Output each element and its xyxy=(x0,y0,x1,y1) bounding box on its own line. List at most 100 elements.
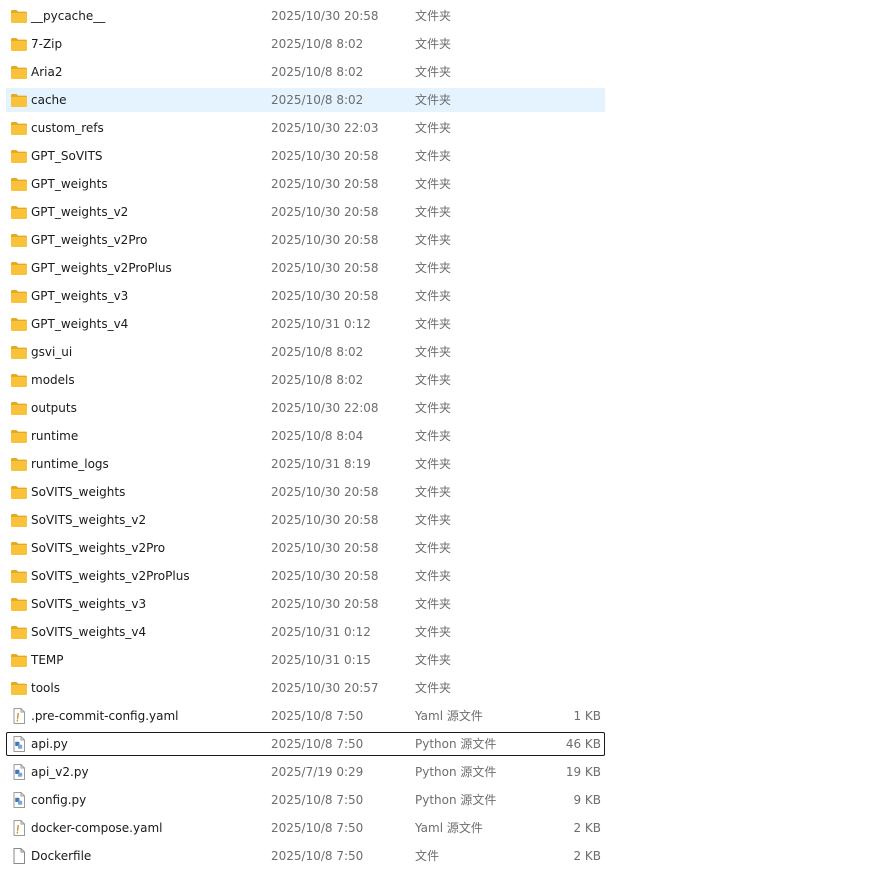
modified-date: 2025/10/31 8:19 xyxy=(271,457,371,471)
file-list-row[interactable]: config.py 2025/10/8 7:50 Python 源文件 9 KB xyxy=(0,786,894,814)
file-name: Aria2 xyxy=(31,65,63,79)
file-name: GPT_weights_v2 xyxy=(31,205,129,219)
file-type: 文件夹 xyxy=(415,513,452,527)
modified-date: 2025/10/30 20:58 xyxy=(271,149,379,163)
file-list-row[interactable]: GPT_weights_v2Pro 2025/10/30 20:58 文件夹 xyxy=(0,226,894,254)
file-list-row[interactable]: api_v2.py 2025/7/19 0:29 Python 源文件 19 K… xyxy=(0,758,894,786)
file-list-row[interactable]: SoVITS_weights_v3 2025/10/30 20:58 文件夹 xyxy=(0,590,894,618)
folder-icon xyxy=(10,288,28,304)
file-list-row[interactable]: TEMP 2025/10/31 0:15 文件夹 xyxy=(0,646,894,674)
file-list-row[interactable]: docker-compose.yaml 2025/10/8 7:50 Yaml … xyxy=(0,814,894,842)
file-list-row[interactable]: outputs 2025/10/30 22:08 文件夹 xyxy=(0,394,894,422)
file-type: Python 源文件 xyxy=(415,765,497,779)
file-list-row[interactable]: GPT_weights 2025/10/30 20:58 文件夹 xyxy=(0,170,894,198)
file-type: 文件夹 xyxy=(415,653,452,667)
file-type: 文件 xyxy=(415,849,440,863)
file-list-row[interactable]: SoVITS_weights 2025/10/30 20:58 文件夹 xyxy=(0,478,894,506)
file-name: GPT_weights_v3 xyxy=(31,289,129,303)
file-list-row[interactable]: GPT_SoVITS 2025/10/30 20:58 文件夹 xyxy=(0,142,894,170)
file-list-row[interactable]: GPT_weights_v2ProPlus 2025/10/30 20:58 文… xyxy=(0,254,894,282)
file-name: runtime_logs xyxy=(31,457,109,471)
file-name: GPT_SoVITS xyxy=(31,149,103,163)
modified-date: 2025/10/30 20:58 xyxy=(271,261,379,275)
file-list-row[interactable]: tools 2025/10/30 20:57 文件夹 xyxy=(0,674,894,702)
modified-date: 2025/10/30 20:57 xyxy=(271,681,379,695)
file-list-row[interactable]: custom_refs 2025/10/30 22:03 文件夹 xyxy=(0,114,894,142)
folder-icon xyxy=(10,8,28,24)
file-type: Yaml 源文件 xyxy=(415,821,483,835)
file-list-row[interactable]: gsvi_ui 2025/10/8 8:02 文件夹 xyxy=(0,338,894,366)
file-list-row[interactable]: models 2025/10/8 8:02 文件夹 xyxy=(0,366,894,394)
folder-icon xyxy=(10,568,28,584)
modified-date: 2025/10/8 8:02 xyxy=(271,373,364,387)
folder-icon xyxy=(10,64,28,80)
modified-date: 2025/10/30 20:58 xyxy=(271,233,379,247)
file-name: models xyxy=(31,373,75,387)
modified-date: 2025/10/30 20:58 xyxy=(271,513,379,527)
file-size: 2 KB xyxy=(573,821,601,835)
folder-icon xyxy=(10,316,28,332)
file-size: 9 KB xyxy=(573,793,601,807)
folder-icon xyxy=(10,232,28,248)
file-type: 文件夹 xyxy=(415,149,452,163)
file-name: SoVITS_weights_v2Pro xyxy=(31,541,166,555)
file-list-row[interactable]: SoVITS_weights_v2Pro 2025/10/30 20:58 文件… xyxy=(0,534,894,562)
file-list-row[interactable]: GPT_weights_v4 2025/10/31 0:12 文件夹 xyxy=(0,310,894,338)
modified-date: 2025/10/8 7:50 xyxy=(271,737,364,751)
modified-date: 2025/10/8 7:50 xyxy=(271,849,364,863)
file-list-row[interactable]: runtime 2025/10/8 8:04 文件夹 xyxy=(0,422,894,450)
file-list-row[interactable]: Dockerfile 2025/10/8 7:50 文件 2 KB xyxy=(0,842,894,870)
file-name: config.py xyxy=(31,793,87,807)
file-type: 文件夹 xyxy=(415,93,452,107)
python-file-icon xyxy=(10,764,28,780)
modified-date: 2025/10/8 7:50 xyxy=(271,793,364,807)
file-size: 19 KB xyxy=(565,765,601,779)
file-name: SoVITS_weights_v3 xyxy=(31,597,147,611)
file-list-row[interactable]: runtime_logs 2025/10/31 8:19 文件夹 xyxy=(0,450,894,478)
file-name: gsvi_ui xyxy=(31,345,73,359)
file-list-row[interactable]: SoVITS_weights_v2ProPlus 2025/10/30 20:5… xyxy=(0,562,894,590)
file-name: Dockerfile xyxy=(31,849,92,863)
folder-icon xyxy=(10,540,28,556)
folder-icon xyxy=(10,456,28,472)
yaml-file-icon xyxy=(10,708,28,724)
file-list-row[interactable]: .pre-commit-config.yaml 2025/10/8 7:50 Y… xyxy=(0,702,894,730)
file-type: 文件夹 xyxy=(415,569,452,583)
folder-icon xyxy=(10,596,28,612)
file-type: 文件夹 xyxy=(415,345,452,359)
file-list-row[interactable]: Aria2 2025/10/8 8:02 文件夹 xyxy=(0,58,894,86)
modified-date: 2025/10/31 0:12 xyxy=(271,317,371,331)
file-name: SoVITS_weights_v2 xyxy=(31,513,147,527)
file-list: __pycache__ 2025/10/30 20:58 文件夹 7-Zip 2… xyxy=(0,2,894,870)
file-name: TEMP xyxy=(31,653,64,667)
folder-icon xyxy=(10,204,28,220)
file-list-row[interactable]: GPT_weights_v3 2025/10/30 20:58 文件夹 xyxy=(0,282,894,310)
file-type: 文件夹 xyxy=(415,261,452,275)
file-list-row[interactable]: SoVITS_weights_v2 2025/10/30 20:58 文件夹 xyxy=(0,506,894,534)
folder-icon xyxy=(10,484,28,500)
file-name: SoVITS_weights xyxy=(31,485,126,499)
file-type: 文件夹 xyxy=(415,289,452,303)
file-type: 文件夹 xyxy=(415,681,452,695)
file-type: 文件夹 xyxy=(415,429,452,443)
file-type: 文件夹 xyxy=(415,65,452,79)
folder-icon xyxy=(10,92,28,108)
file-size: 46 KB xyxy=(565,737,601,751)
file-name: tools xyxy=(31,681,60,695)
file-list-row[interactable]: 7-Zip 2025/10/8 8:02 文件夹 xyxy=(0,30,894,58)
modified-date: 2025/10/30 20:58 xyxy=(271,9,379,23)
file-size: 2 KB xyxy=(573,849,601,863)
folder-icon xyxy=(10,680,28,696)
file-list-row[interactable]: cache 2025/10/8 8:02 文件夹 xyxy=(0,86,894,114)
file-type: 文件夹 xyxy=(415,485,452,499)
yaml-file-icon xyxy=(10,820,28,836)
modified-date: 2025/10/30 20:58 xyxy=(271,289,379,303)
file-list-row[interactable]: GPT_weights_v2 2025/10/30 20:58 文件夹 xyxy=(0,198,894,226)
file-type: 文件夹 xyxy=(415,317,452,331)
file-list-row[interactable]: api.py 2025/10/8 7:50 Python 源文件 46 KB xyxy=(0,730,894,758)
file-list-row[interactable]: SoVITS_weights_v4 2025/10/31 0:12 文件夹 xyxy=(0,618,894,646)
file-type: 文件夹 xyxy=(415,401,452,415)
file-name: api.py xyxy=(31,737,68,751)
file-list-row[interactable]: __pycache__ 2025/10/30 20:58 文件夹 xyxy=(0,2,894,30)
file-name: .pre-commit-config.yaml xyxy=(31,709,179,723)
